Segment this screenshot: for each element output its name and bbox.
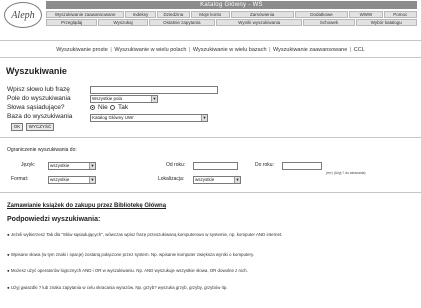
tab-advanced-search[interactable]: Wyszukiwanie zaawansowane xyxy=(273,47,347,53)
chevron-down-icon: ▼ xyxy=(89,177,95,183)
format-select[interactable]: wszystkie ▼ xyxy=(48,176,96,184)
adjacent-label: Słowa sąsiadujące? xyxy=(7,104,65,111)
search-mode-tabs: Wyszukiwanie proste | Wyszukiwanie w wie… xyxy=(0,47,421,53)
header: Aleph Katalog Główny - WS Wyszukiwanie z… xyxy=(0,0,421,38)
year-to-input[interactable] xyxy=(282,162,322,170)
tab-multi-base-search[interactable]: Wyszukiwanie w wielu bazach xyxy=(193,47,267,53)
hint-item: ● Możesz użyć operatorów logicznych AND … xyxy=(7,268,417,274)
ok-button[interactable]: OK xyxy=(11,123,23,131)
header-divider xyxy=(0,40,421,41)
nav-item[interactable]: Schowek xyxy=(303,19,355,26)
search-input[interactable] xyxy=(90,86,218,94)
clear-button[interactable]: WYCZYŚĆ xyxy=(26,123,54,131)
chevron-down-icon: ▼ xyxy=(151,96,157,102)
format-select-value: wszystkie xyxy=(50,177,70,182)
tab-ccl-search[interactable]: CCL xyxy=(354,47,365,53)
hint-text: Użyj gwiazdki ? lub znaku zapytania w ce… xyxy=(10,285,228,290)
base-label: Baza do wyszukiwania xyxy=(7,113,73,120)
bullet-icon: ● xyxy=(7,268,10,273)
location-select-value: wszystkie xyxy=(195,177,215,182)
bullet-icon: ● xyxy=(7,232,10,237)
adjacent-no-radio[interactable] xyxy=(90,105,95,110)
year-to-label: Do roku: xyxy=(255,162,274,168)
bullet-icon: ● xyxy=(7,252,10,257)
language-select-value: wszystkie xyxy=(50,163,70,168)
adjacent-no-label: Nie xyxy=(98,104,108,111)
tab-separator: | xyxy=(188,47,191,53)
field-select-value: Wszystkie pola xyxy=(92,96,123,101)
location-label: Lokalizacja: xyxy=(158,176,185,182)
adjacent-yes-label: Tak xyxy=(118,104,129,111)
catalog-title: Katalog Główny - WS xyxy=(46,1,417,9)
nav-item[interactable]: Przeglądaj xyxy=(46,19,98,26)
nav-item[interactable]: Moje konto xyxy=(191,11,230,18)
bullet-icon: ● xyxy=(7,285,10,290)
query-label: Wpisz słowo lub frazę xyxy=(7,86,70,93)
nav-item[interactable]: Wyniki wyszukiwania xyxy=(215,19,303,26)
year-from-input[interactable] xyxy=(193,162,238,170)
nav-item[interactable]: WWW xyxy=(349,11,383,18)
field-select[interactable]: Wszystkie pola ▼ xyxy=(90,95,158,103)
nav-item[interactable]: Wyszukaj xyxy=(98,19,148,26)
language-label: Język: xyxy=(21,162,36,168)
nav-item[interactable]: Indeksy xyxy=(125,11,156,18)
page-title: Wyszukiwanie xyxy=(6,66,67,76)
hint-item: ● Wpisane słowa (w tym znaki i spacje) z… xyxy=(7,252,417,258)
top-nav-primary: Wyszukiwanie zaawansowane Indeksy Dziedz… xyxy=(46,11,417,18)
top-nav-secondary: Przeglądaj Wyszukaj Ostatnie zapytania W… xyxy=(46,19,417,26)
tabs-divider xyxy=(0,57,421,58)
adjacent-yes-radio[interactable] xyxy=(110,105,115,110)
tab-separator: | xyxy=(110,47,112,53)
hint-text: Jeżeli wybierzesz Tak dla "Słów sąsiaduj… xyxy=(10,232,283,237)
nav-item[interactable]: Ostatnie zapytania xyxy=(148,19,215,26)
tab-separator: | xyxy=(269,47,271,53)
hints-title: Podpowiedzi wyszukiwania: xyxy=(7,216,101,223)
chevron-down-icon: ▼ xyxy=(201,115,207,121)
tab-simple-search[interactable]: Wyszukiwanie proste xyxy=(56,47,108,53)
location-select[interactable]: wszystkie ▼ xyxy=(193,176,241,184)
hint-text: Możesz użyć operatorów logicznych AND i … xyxy=(10,268,248,273)
nav-item[interactable]: Pomoc xyxy=(383,11,417,18)
field-label: Pole do wyszukiwania xyxy=(7,95,71,102)
year-note: (rrrr) (Użyj ? do skracania) xyxy=(326,171,366,175)
chevron-down-icon: ▼ xyxy=(89,163,95,169)
base-select[interactable]: Katalog Główny UWr ▼ xyxy=(90,114,208,122)
nav-item[interactable]: Wyszukiwanie zaawansowane xyxy=(46,11,125,18)
tab-separator: | xyxy=(349,47,352,53)
library-logo[interactable]: Aleph xyxy=(4,2,42,28)
chevron-down-icon: ▼ xyxy=(234,177,240,183)
language-select[interactable]: wszystkie ▼ xyxy=(48,162,96,170)
catalog-search-page: Aleph Katalog Główny - WS Wyszukiwanie z… xyxy=(0,0,421,308)
hint-item: ● Jeżeli wybierzesz Tak dla "Słów sąsiad… xyxy=(7,232,417,238)
nav-item[interactable]: Zamówienia xyxy=(230,11,294,18)
nav-item[interactable]: Dziedzina xyxy=(156,11,191,18)
base-select-value: Katalog Główny UWr xyxy=(92,115,134,120)
nav-item[interactable]: Wybór katalogu xyxy=(355,19,417,26)
form-divider xyxy=(0,137,421,138)
hint-text: Wpisane słowa (w tym znaki i spacje) zos… xyxy=(10,252,255,257)
nav-item[interactable]: Dodatkowe xyxy=(294,11,349,18)
format-label: Format: xyxy=(11,176,29,182)
purchase-order-link[interactable]: Zamawianie książek do zakupu przez Bibli… xyxy=(7,203,166,209)
tab-multi-field-search[interactable]: Wyszukiwanie w wielu polach xyxy=(114,47,186,53)
year-from-label: Od roku: xyxy=(166,162,186,168)
limits-title: Ograniczenie wyszukiwania do: xyxy=(7,147,77,153)
limits-divider xyxy=(0,192,421,193)
hint-item: ● Użyj gwiazdki ? lub znaku zapytania w … xyxy=(7,285,417,291)
